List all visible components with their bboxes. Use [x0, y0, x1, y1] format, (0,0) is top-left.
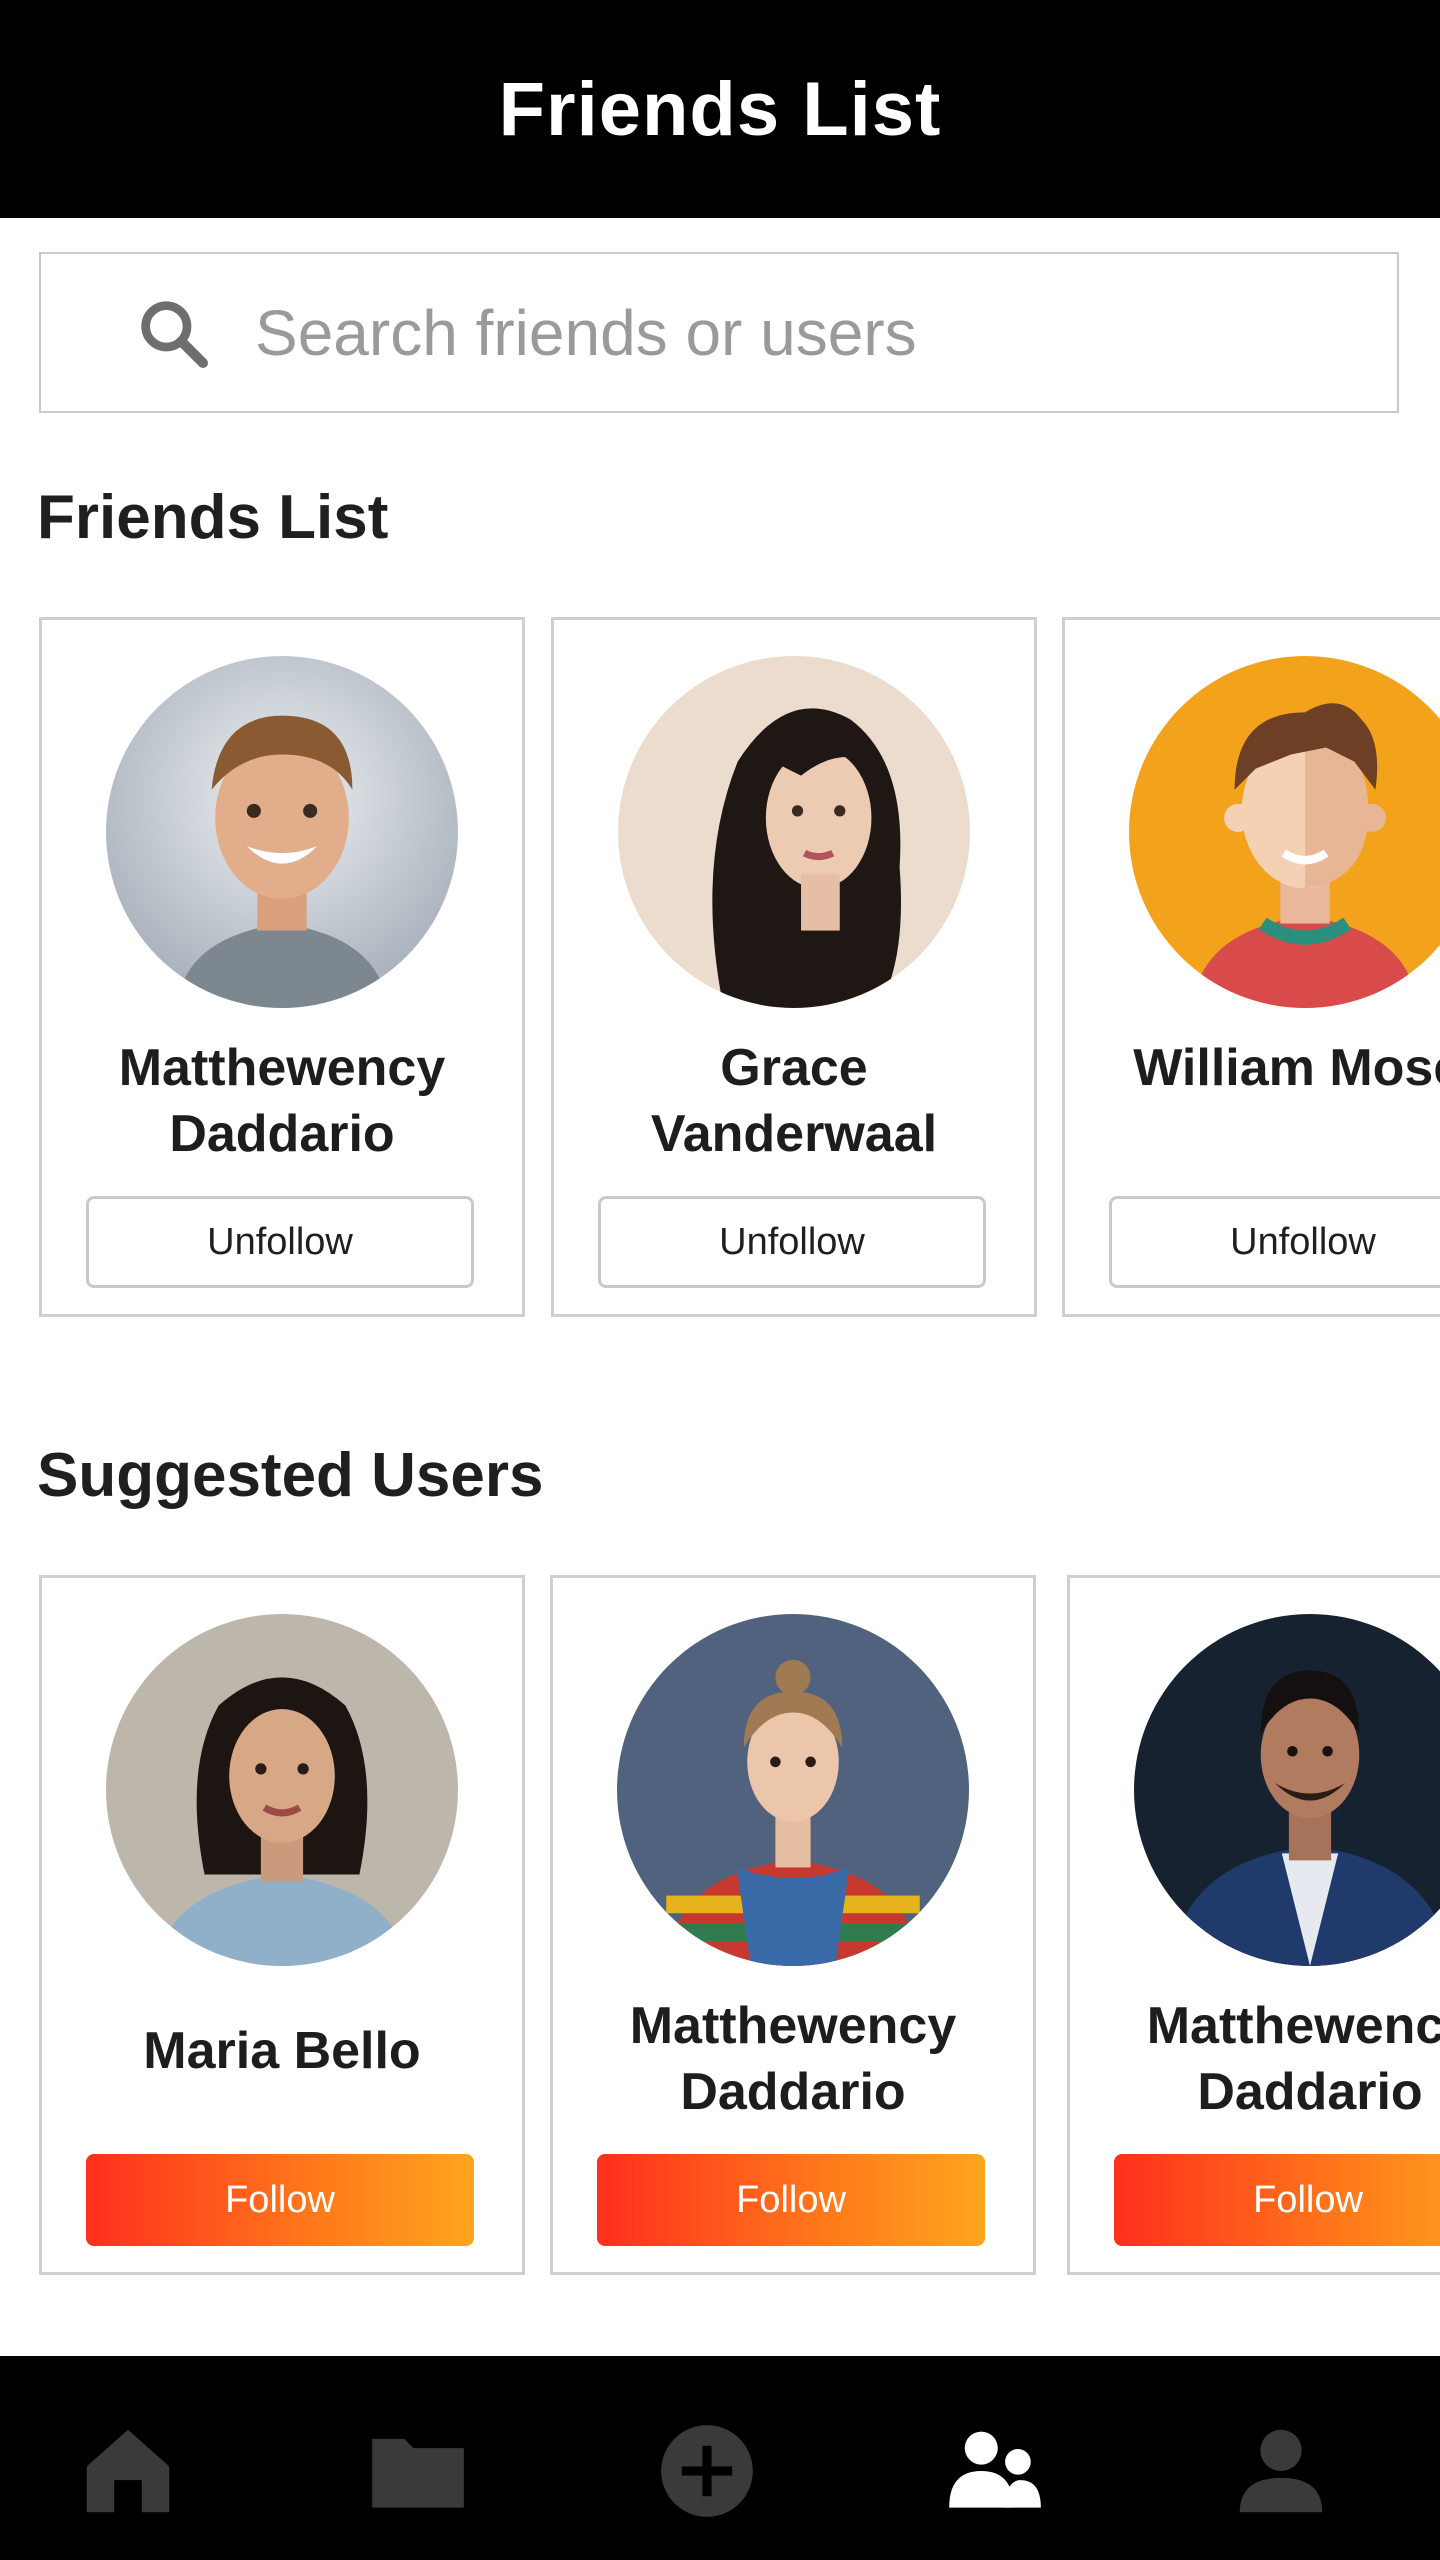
- friends-section-title: Friends List: [37, 483, 389, 552]
- suggested-section-title: Suggested Users: [37, 1441, 544, 1510]
- suggested-user-name: Matthewency Daddario: [1146, 1997, 1440, 2121]
- photo-man-blue-blazer: [1134, 1614, 1440, 1966]
- bottom-navigation: [0, 2356, 1440, 2560]
- friend-name: Matthewency Daddario: [118, 1039, 446, 1163]
- suggested-user-name: Maria Bello: [143, 2022, 421, 2080]
- avatar: [1134, 1614, 1440, 1966]
- nav-friends[interactable]: [940, 2416, 1050, 2526]
- illustrated-man-orange: [1129, 656, 1440, 1008]
- folder-icon: [372, 2438, 464, 2508]
- photo-woman-dark-hair: [618, 656, 970, 1008]
- photo-woman-striped-sweater: [617, 1614, 969, 1966]
- nav-profile[interactable]: [1226, 2416, 1336, 2526]
- search-input[interactable]: [255, 295, 1305, 370]
- suggested-user-name: Matthewency Daddario: [629, 1997, 957, 2121]
- top-app-bar: Friends List: [0, 0, 1440, 218]
- photo-young-man-smiling: [106, 656, 458, 1008]
- follow-button[interactable]: Follow: [597, 2154, 985, 2246]
- unfollow-button[interactable]: Unfollow: [598, 1196, 986, 1288]
- friend-card: Matthewency Daddario Unfollow: [39, 617, 525, 1317]
- unfollow-button[interactable]: Unfollow: [86, 1196, 474, 1288]
- suggested-user-card: Matthewency Daddario Follow: [550, 1575, 1036, 2275]
- follow-button[interactable]: Follow: [1114, 2154, 1440, 2246]
- profile-icon: [1239, 2429, 1323, 2513]
- photo-woman-denim-shirt: [106, 1614, 458, 1966]
- suggested-user-card: Matthewency Daddario Follow: [1067, 1575, 1440, 2275]
- friend-card: Grace Vanderwaal Unfollow: [551, 617, 1037, 1317]
- avatar: [106, 656, 458, 1008]
- friends-carousel[interactable]: Matthewency Daddario Unfollow Grace Vand…: [0, 617, 1440, 1317]
- home-icon: [86, 2429, 170, 2513]
- friend-name: William Mosel: [1133, 1039, 1440, 1097]
- suggested-user-card: Maria Bello Follow: [39, 1575, 525, 2275]
- nav-home[interactable]: [73, 2416, 183, 2526]
- page-title: Friends List: [498, 66, 942, 152]
- follow-button[interactable]: Follow: [86, 2154, 474, 2246]
- add-circle-icon: [661, 2425, 753, 2517]
- avatar: [1129, 656, 1440, 1008]
- search-icon: [141, 300, 208, 368]
- suggested-carousel[interactable]: Maria Bello Follow Matthewency Daddario …: [0, 1575, 1440, 2275]
- nav-files[interactable]: [363, 2416, 473, 2526]
- avatar: [617, 1614, 969, 1966]
- friends-icon: [949, 2431, 1041, 2508]
- search-bar[interactable]: [39, 252, 1399, 413]
- avatar: [106, 1614, 458, 1966]
- friend-card: William Mosel Unfollow: [1062, 617, 1440, 1317]
- nav-add[interactable]: [652, 2416, 762, 2526]
- friend-name: Grace Vanderwaal: [650, 1039, 938, 1163]
- avatar: [618, 656, 970, 1008]
- unfollow-button[interactable]: Unfollow: [1109, 1196, 1440, 1288]
